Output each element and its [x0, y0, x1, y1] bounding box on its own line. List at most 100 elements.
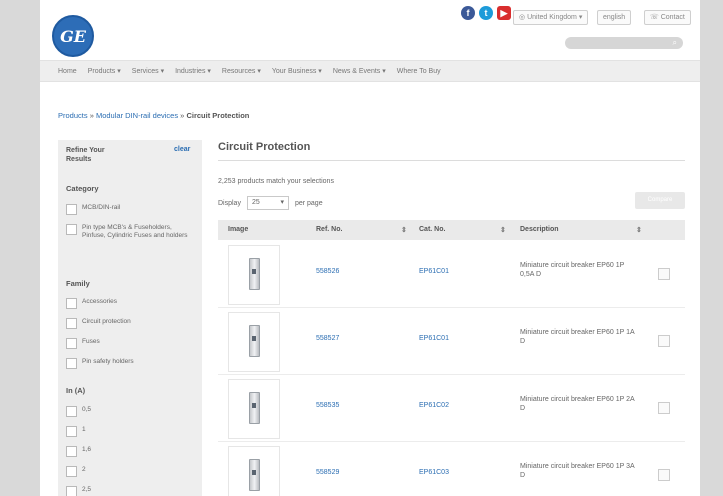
country-value: United Kingdom [527, 14, 577, 21]
product-image[interactable] [228, 245, 280, 305]
in-a-title: In (A) [66, 386, 86, 395]
nav-services[interactable]: Services ▾ [132, 67, 164, 75]
per-page-select[interactable]: 25 ▾ [246, 196, 289, 210]
filter-option-label: 1,6 [82, 446, 92, 453]
nav-your-business[interactable]: Your Business ▾ [272, 67, 322, 75]
compare-checkbox[interactable] [658, 402, 670, 414]
nav-resources-label: Resources [221, 68, 256, 75]
youtube-icon[interactable]: ▶ [497, 6, 511, 20]
breadcrumb-current: Circuit Protection [186, 111, 250, 120]
compare-checkbox[interactable] [658, 335, 670, 347]
clear-filters-link[interactable]: clear [174, 146, 190, 153]
description: Miniature circuit breaker EP60 1P 1A D [520, 329, 635, 345]
compare-checkbox[interactable] [658, 469, 670, 481]
filter-option[interactable]: Accessories [66, 298, 117, 309]
page-title: Circuit Protection [218, 141, 311, 153]
checkbox[interactable] [66, 298, 77, 309]
checkbox[interactable] [66, 318, 77, 329]
social-links: f t ▶ [461, 6, 511, 20]
twitter-icon[interactable]: t [479, 6, 493, 20]
checkbox[interactable] [66, 486, 77, 496]
nav-industries[interactable]: Industries ▾ [175, 67, 211, 75]
checkbox[interactable] [66, 446, 77, 457]
filter-option[interactable]: Pin safety holders [66, 358, 134, 369]
description: Miniature circuit breaker EP60 1P 3A D [520, 463, 635, 479]
per-page-label: per page [294, 199, 323, 207]
nav-news-events-label: News & Events [332, 68, 381, 75]
nav-products-label: Products [87, 68, 116, 75]
filter-option[interactable]: 1,6 [66, 446, 91, 457]
nav-products[interactable]: Products ▾ [88, 67, 121, 75]
filter-option[interactable]: 2,5 [66, 486, 91, 496]
product-image[interactable] [228, 446, 280, 496]
filter-option-label: 1 [82, 426, 86, 433]
checkbox[interactable] [66, 338, 77, 349]
product-image[interactable] [228, 379, 280, 439]
language-select[interactable]: english [597, 10, 632, 25]
filter-option[interactable]: MCB/DIN-rail [66, 204, 120, 215]
filter-sidebar: Refine Your Results clear Category MCB/D… [58, 140, 202, 496]
checkbox[interactable] [66, 426, 77, 437]
breadcrumb-products[interactable]: Products [58, 111, 88, 120]
compare-button[interactable]: Compare [635, 192, 685, 209]
filter-option[interactable]: Circuit protection [66, 318, 131, 329]
filter-option[interactable]: 2 [66, 466, 86, 477]
cat-no-link[interactable]: EP61C01 [419, 335, 449, 342]
cat-no-link[interactable]: EP61C03 [419, 469, 449, 476]
ge-logo[interactable]: GE [52, 15, 94, 57]
filter-option-label: Pin type MCB's & Fuseholders, Pinfuse, C… [82, 224, 188, 239]
col-cat-no[interactable]: Cat. No. [419, 226, 445, 233]
twitter-glyph: t [484, 8, 488, 18]
sort-icon[interactable]: ⇕ [636, 226, 642, 234]
divider [218, 160, 685, 161]
checkbox[interactable] [66, 224, 77, 235]
nav-home[interactable]: Home [58, 68, 77, 75]
checkbox[interactable] [66, 204, 77, 215]
facebook-icon[interactable]: f [461, 6, 475, 20]
circuit-breaker-image [249, 258, 260, 290]
language-value: english [603, 14, 626, 21]
youtube-glyph: ▶ [500, 7, 508, 18]
per-page-value: 25 [251, 199, 260, 206]
search-icon[interactable]: ⌕ [673, 38, 677, 48]
contact-link[interactable]: ☏ Contact [644, 10, 691, 25]
nav-news-events[interactable]: News & Events ▾ [333, 67, 386, 75]
search-input[interactable]: ⌕ [565, 37, 683, 49]
sort-icon[interactable]: ⇕ [500, 226, 506, 234]
circuit-breaker-image [249, 325, 260, 357]
checkbox[interactable] [66, 358, 77, 369]
filter-option[interactable]: Fuses [66, 338, 100, 349]
description: Miniature circuit breaker EP60 1P 0,5A D [520, 262, 625, 278]
ref-no-link[interactable]: 558529 [316, 469, 339, 476]
results-count: 2,253 products match your selections [218, 178, 334, 185]
ref-no-link[interactable]: 558527 [316, 335, 339, 342]
nav-resources[interactable]: Resources ▾ [222, 67, 261, 75]
product-image[interactable] [228, 312, 280, 372]
breadcrumb-separator: » [89, 111, 94, 120]
country-select[interactable]: ◎ United Kingdom ▾ [513, 10, 589, 25]
chevron-down-icon: ▾ [280, 199, 284, 206]
breadcrumb-modular[interactable]: Modular DIN-rail devices [96, 111, 178, 120]
sort-icon[interactable]: ⇕ [401, 226, 407, 234]
cat-no-link[interactable]: EP61C01 [419, 268, 449, 275]
nav-industries-label: Industries [175, 68, 206, 75]
checkbox[interactable] [66, 406, 77, 417]
cat-no-link[interactable]: EP61C02 [419, 402, 449, 409]
circuit-breaker-image [249, 392, 260, 424]
col-ref-no[interactable]: Ref. No. [316, 226, 342, 233]
contact-label: Contact [660, 14, 685, 21]
logo-text: GE [60, 26, 86, 46]
phone-icon: ☏ [650, 14, 661, 21]
col-description[interactable]: Description [520, 226, 559, 233]
filter-option[interactable]: 0,5 [66, 406, 91, 417]
ref-no-link[interactable]: 558526 [316, 268, 339, 275]
checkbox[interactable] [66, 466, 77, 477]
filter-option[interactable]: 1 [66, 426, 86, 437]
filter-option[interactable]: Pin type MCB's & Fuseholders, Pinfuse, C… [66, 224, 192, 240]
compare-checkbox[interactable] [658, 268, 670, 280]
nav-where-to-buy[interactable]: Where To Buy [397, 68, 441, 75]
description: Miniature circuit breaker EP60 1P 2A D [520, 396, 635, 412]
ref-no-link[interactable]: 558535 [316, 402, 339, 409]
filter-option-label: Fuses [82, 338, 100, 345]
nav-services-label: Services [131, 68, 159, 75]
